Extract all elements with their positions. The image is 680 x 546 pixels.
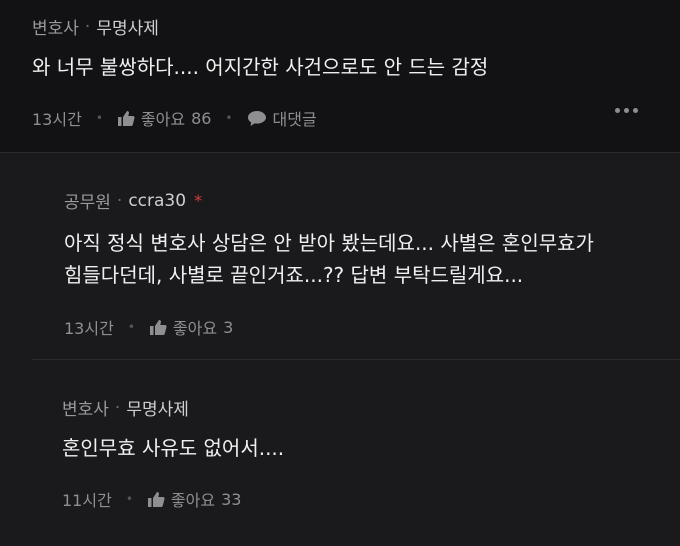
like-count: 33 — [221, 489, 242, 509]
author-separator: · — [114, 397, 121, 418]
like-button[interactable]: 좋아요 86 — [117, 106, 212, 130]
thumbs-up-icon — [117, 110, 135, 126]
comment-actions: 13시간 • 좋아요 86 • 대댓글 — [32, 106, 317, 130]
comment-time: 13시간 — [64, 319, 114, 338]
like-label: 좋아요 — [140, 110, 186, 129]
reply-card: 공무원 · ccra30 * 아직 정식 변호사 상담은 안 받아 봤는데요..… — [0, 152, 680, 361]
action-separator: • — [95, 111, 103, 125]
like-button[interactable]: 좋아요 33 — [147, 487, 242, 511]
more-button[interactable] — [615, 108, 638, 113]
comment-actions: 13시간 • 좋아요 3 — [64, 315, 233, 339]
author-name: 무명사제 — [126, 400, 189, 420]
more-dot — [633, 108, 638, 113]
author-separator: · — [84, 16, 91, 37]
comment-author[interactable]: 변호사 · 무명사제 — [32, 14, 159, 40]
reply-card: 변호사 · 무명사제 혼인무효 사유도 없어서.... 11시간 • 좋아요 3… — [0, 360, 680, 546]
more-horizontal-icon — [615, 108, 620, 113]
comment-body-line: 와 너무 불쌍하다.... 어지간한 사건으로도 안 드는 감정 — [32, 55, 489, 79]
author-role: 변호사 — [62, 400, 109, 420]
like-count: 86 — [191, 108, 212, 128]
comment-actions: 11시간 • 좋아요 33 — [62, 487, 241, 511]
author-role: 변호사 — [32, 19, 79, 39]
comment-body-line: 혼인무효 사유도 없어서.... — [62, 436, 285, 460]
author-separator: · — [116, 190, 123, 211]
thumbs-up-icon — [149, 319, 167, 335]
reply-button[interactable]: 대댓글 — [247, 106, 317, 130]
like-label: 좋아요 — [170, 491, 216, 510]
comment-card: 변호사 · 무명사제 와 너무 불쌍하다.... 어지간한 사건으로도 안 드는… — [0, 0, 680, 152]
comment-body-line: 힘들다던데, 사별로 끝인거죠...?? 답변 부탁드릴게요... — [64, 263, 524, 287]
reply-label: 대댓글 — [272, 110, 317, 129]
like-label: 좋아요 — [172, 319, 218, 338]
comment-body-line: 아직 정식 변호사 상담은 안 받아 봤는데요... 사별은 혼인무효가 — [64, 231, 594, 255]
comment-author[interactable]: 공무원 · ccra30 * — [64, 188, 203, 214]
comment-body: 혼인무효 사유도 없어서.... — [62, 432, 284, 464]
author-role: 공무원 — [64, 193, 111, 213]
action-separator: • — [125, 492, 133, 506]
like-count: 3 — [223, 317, 234, 337]
speech-bubble-icon — [247, 110, 266, 126]
like-button[interactable]: 좋아요 3 — [149, 315, 233, 339]
more-dot — [624, 108, 629, 113]
comment-body: 아직 정식 변호사 상담은 안 받아 봤는데요... 사별은 혼인무효가 힘들다… — [64, 227, 594, 291]
action-separator: • — [127, 320, 135, 334]
comment-author[interactable]: 변호사 · 무명사제 — [62, 395, 189, 421]
comment-time: 11시간 — [62, 491, 112, 510]
action-separator: • — [225, 111, 233, 125]
author-name: 무명사제 — [96, 19, 159, 39]
comment-body: 와 너무 불쌍하다.... 어지간한 사건으로도 안 드는 감정 — [32, 51, 488, 83]
author-mark: * — [194, 191, 203, 210]
comment-time: 13시간 — [32, 110, 82, 129]
author-name: ccra30 — [128, 190, 187, 211]
thumbs-up-icon — [147, 491, 165, 507]
